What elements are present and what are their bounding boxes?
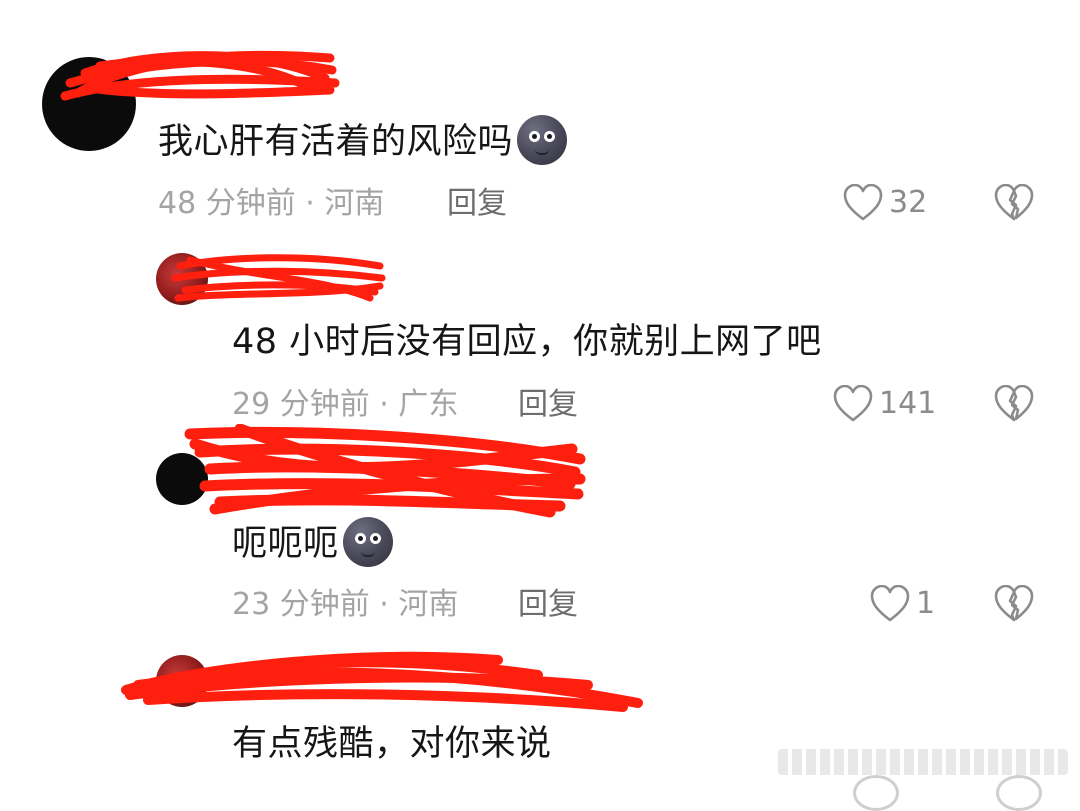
broken-heart-icon [996, 775, 1042, 811]
heart-icon [853, 775, 899, 811]
comment-text: 有点残酷，对你来说 [232, 724, 552, 764]
avatar[interactable] [156, 655, 208, 707]
comment-item: 有点残酷，对你来说 [0, 0, 1080, 811]
watermark [778, 749, 1068, 775]
